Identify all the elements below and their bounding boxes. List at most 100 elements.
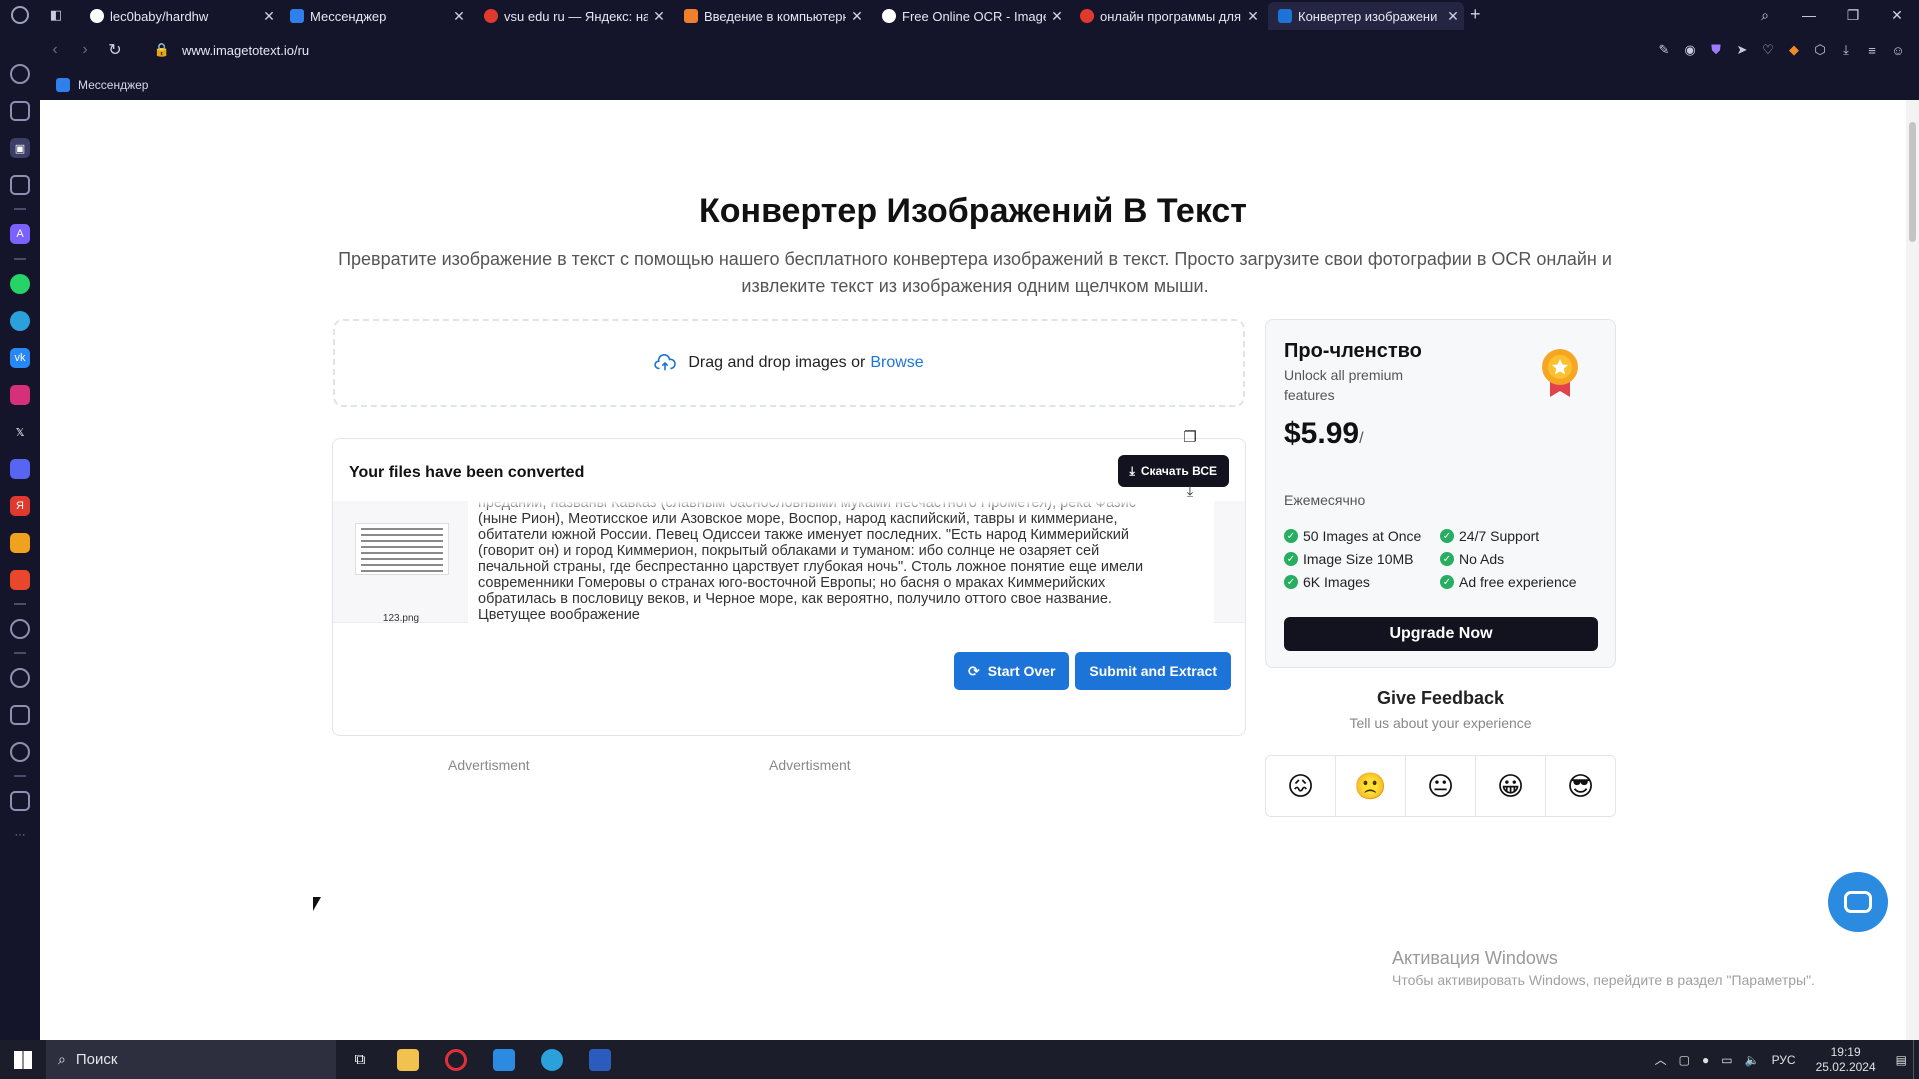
workspace-icon[interactable]: ◧ xyxy=(40,0,72,30)
telegram-taskbar-icon[interactable] xyxy=(528,1040,576,1079)
forward-icon[interactable]: › xyxy=(70,41,100,59)
vscode-icon[interactable] xyxy=(480,1040,528,1079)
heart-icon[interactable]: ♡ xyxy=(1755,42,1781,58)
download-icon[interactable]: ⤓ xyxy=(1833,42,1859,58)
tray-app-icon[interactable]: ▢ xyxy=(1679,1053,1690,1067)
page-subtitle: Превратите изображение в текст с помощью… xyxy=(338,249,1612,296)
download-all-button[interactable]: ⤓ Скачать ВСЕ xyxy=(1117,455,1229,487)
emoji-happy-button[interactable]: 😀 xyxy=(1476,756,1546,816)
games-icon[interactable] xyxy=(10,570,30,590)
close-icon[interactable]: ✕ xyxy=(448,8,470,25)
task-view-icon[interactable]: ⧉ xyxy=(336,1040,384,1079)
close-icon[interactable]: ✕ xyxy=(648,8,670,25)
tab-yandex-vsu[interactable]: vsu edu ru — Яндекс: наш ✕ xyxy=(474,2,670,30)
volume-icon[interactable]: 🔈 xyxy=(1745,1053,1760,1067)
submit-extract-button[interactable]: Submit and Extract xyxy=(1075,652,1231,690)
mouse-cursor xyxy=(313,897,321,911)
new-tab-button[interactable]: + xyxy=(1470,4,1481,25)
camera-icon[interactable]: ◉ xyxy=(1677,42,1703,58)
twitch-icon[interactable]: ▣ xyxy=(10,138,30,158)
player-icon[interactable] xyxy=(10,619,30,639)
telegram-icon[interactable] xyxy=(10,311,30,331)
clock[interactable]: 19:19 25.02.2024 xyxy=(1816,1045,1876,1075)
send-icon[interactable]: ➤ xyxy=(1729,42,1755,58)
start-button[interactable] xyxy=(0,1040,46,1079)
close-icon[interactable]: ✕ xyxy=(1242,8,1264,25)
dropzone-text: Drag and drop images or xyxy=(688,354,866,371)
extracted-text-area[interactable]: преданий, названы Кавказ (славным баснос… xyxy=(468,501,1214,623)
close-icon[interactable]: ✕ xyxy=(258,8,280,25)
explorer-icon[interactable] xyxy=(384,1040,432,1079)
tab-yandex-programs[interactable]: онлайн программы для р ✕ xyxy=(1070,2,1264,30)
chat-widget-button[interactable] xyxy=(1828,872,1888,932)
extensions-icon[interactable] xyxy=(10,705,30,725)
page-scrollbar[interactable] xyxy=(1906,100,1919,1050)
emoji-angry-button[interactable]: 😖 xyxy=(1266,756,1336,816)
tab-github[interactable]: lec0baby/hardhw ✕ xyxy=(80,2,280,30)
notifications-icon[interactable]: ▤ xyxy=(1896,1053,1907,1067)
discord-icon[interactable] xyxy=(10,459,30,479)
whatsapp-icon[interactable] xyxy=(10,274,30,294)
cube-icon[interactable]: ⬡ xyxy=(1807,42,1833,58)
opera-taskbar-icon[interactable] xyxy=(432,1040,480,1079)
history-icon[interactable] xyxy=(10,668,30,688)
shield-icon[interactable]: ⛊ xyxy=(1703,42,1729,58)
start-over-button[interactable]: ⟳ Start Over xyxy=(953,652,1070,690)
url-field[interactable]: www.imagetotext.io/ru xyxy=(182,43,309,58)
yandex-icon[interactable]: Я xyxy=(10,496,30,516)
network-icon[interactable]: ▭ xyxy=(1721,1053,1732,1067)
mail-icon[interactable] xyxy=(10,533,30,553)
vk-icon[interactable]: vk xyxy=(10,348,30,368)
aria-icon[interactable]: A xyxy=(10,224,30,244)
x-icon[interactable]: 𝕏 xyxy=(10,422,30,442)
tab-messenger[interactable]: Мессенджер ✕ xyxy=(280,2,470,30)
language-indicator[interactable]: РУС xyxy=(1772,1053,1796,1067)
close-icon[interactable]: ✕ xyxy=(1046,8,1068,25)
settings-icon[interactable] xyxy=(10,742,30,762)
taskbar-search[interactable]: ⌕ Поиск xyxy=(46,1040,336,1079)
upgrade-now-button[interactable]: Upgrade Now xyxy=(1284,617,1598,651)
profile-icon[interactable]: ☺ xyxy=(1885,43,1911,58)
gallery-icon[interactable] xyxy=(10,791,30,811)
close-window-icon[interactable]: ✕ xyxy=(1875,7,1919,24)
emoji-sad-button[interactable]: 🙁 xyxy=(1336,756,1406,816)
edit-icon[interactable]: ✎ xyxy=(1651,42,1677,58)
minimize-icon[interactable]: — xyxy=(1787,7,1831,23)
windows-activation-subtitle: Чтобы активировать Windows, перейдите в … xyxy=(1392,972,1815,988)
fox-extension-icon[interactable]: ◆ xyxy=(1781,42,1807,58)
emoji-neutral-button[interactable]: 😐 xyxy=(1406,756,1476,816)
close-icon[interactable]: ✕ xyxy=(846,8,868,25)
tab-free-ocr[interactable]: Free Online OCR - Image t ✕ xyxy=(872,2,1068,30)
download-file-icon[interactable]: ⤓ xyxy=(1180,483,1200,503)
browser-sidebar: ▣ A vk 𝕏 Я ··· xyxy=(0,30,40,1050)
windows-logo-icon xyxy=(14,1050,32,1069)
more-icon[interactable]: ··· xyxy=(10,825,30,845)
tray-app-icon[interactable]: ● xyxy=(1702,1053,1709,1067)
tab-intro[interactable]: Введение в компьютерну ✕ xyxy=(674,2,868,30)
word-icon[interactable] xyxy=(576,1040,624,1079)
instagram-icon[interactable] xyxy=(10,385,30,405)
shopping-icon[interactable] xyxy=(10,101,30,121)
page-scroll-thumb[interactable] xyxy=(1909,122,1916,242)
emoji-cool-button[interactable]: 😎 xyxy=(1546,756,1615,816)
close-icon[interactable]: ✕ xyxy=(1442,8,1464,25)
opera-menu-icon[interactable] xyxy=(0,0,40,30)
upload-dropzone[interactable]: Drag and drop images or Browse xyxy=(333,319,1245,407)
reload-icon[interactable]: ↻ xyxy=(100,40,130,60)
tray-chevron-icon[interactable]: ︿ xyxy=(1655,1051,1667,1068)
pro-period: Ежемесячно xyxy=(1284,492,1366,508)
player-icon[interactable] xyxy=(10,175,30,195)
menu-icon[interactable]: ≡ xyxy=(1859,43,1885,58)
sidebar-divider xyxy=(14,258,26,260)
copy-icon[interactable]: ❐ xyxy=(1180,428,1200,448)
bookmark-messenger[interactable]: Мессенджер xyxy=(78,78,148,92)
browse-link[interactable]: Browse xyxy=(870,354,923,372)
tab-search-icon[interactable]: ⌕ xyxy=(1743,7,1787,24)
back-icon[interactable]: ‹ xyxy=(40,41,70,59)
lock-icon[interactable]: 🔒 xyxy=(150,42,174,58)
bookmarks-bar: Мессенджер xyxy=(40,70,1919,100)
show-desktop[interactable] xyxy=(1913,1040,1919,1079)
speed-dial-icon[interactable] xyxy=(10,64,30,84)
tab-image-converter[interactable]: Конвертер изображени ✕ xyxy=(1268,2,1464,30)
restore-icon[interactable]: ❐ xyxy=(1831,7,1875,24)
